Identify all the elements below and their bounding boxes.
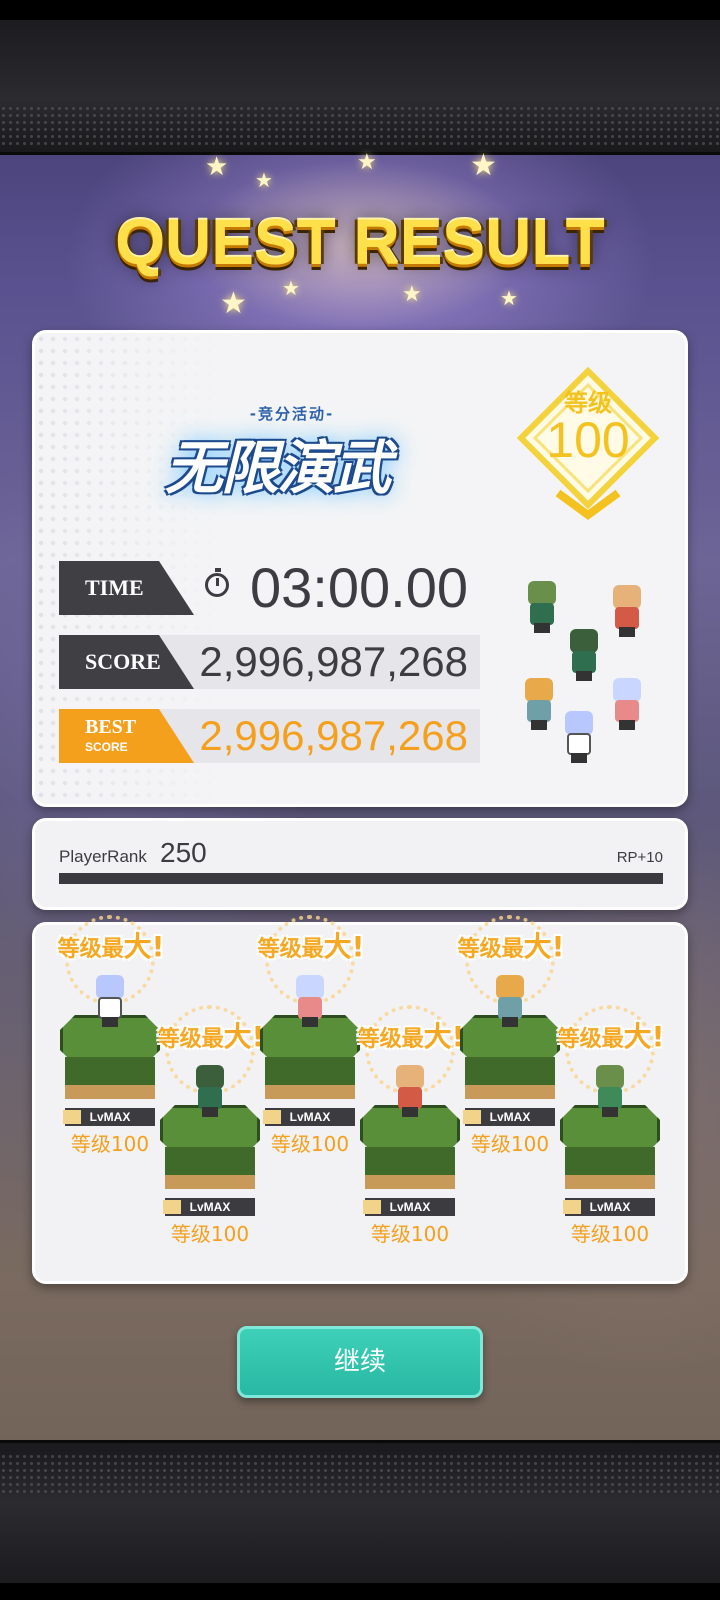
best-score-value: 2,996,987,268 <box>155 709 480 763</box>
score-value: 2,996,987,268 <box>155 635 480 689</box>
unit-level-text: 等级100 <box>570 1222 650 1246</box>
unit-slot: 等级最大! LvMAX 等级100 <box>355 1005 465 1255</box>
star-icon: ★ <box>255 168 273 192</box>
continue-button[interactable]: 继续 <box>237 1326 483 1398</box>
star-icon: ★ <box>470 148 497 183</box>
level-badge-value: 100 <box>546 412 630 468</box>
party-character-sprite <box>517 678 561 732</box>
player-rank-progress-bar <box>59 873 663 884</box>
rank-points-gain: RP+10 <box>616 849 663 866</box>
star-icon: ★ <box>205 152 229 182</box>
unit-character-sprite <box>88 975 132 1029</box>
result-card: -竞分活动- 无限演武 等级 100 TIME 03:00.00 2,996,9… <box>32 330 688 807</box>
unit-slot: 等级最大! LvMAX 等级100 <box>155 1005 265 1255</box>
bottom-banner <box>0 1440 720 1600</box>
star-icon: ★ <box>282 276 300 300</box>
unit-level-text: 等级100 <box>470 1132 550 1156</box>
unit-character-sprite <box>288 975 332 1029</box>
lvmax-badge: LvMAX <box>463 1108 555 1126</box>
party-character-sprite <box>520 581 564 635</box>
level-max-tag: 等级最大! <box>557 1020 665 1053</box>
party-character-sprite <box>605 678 649 732</box>
top-banner <box>0 0 720 155</box>
time-value: 03:00.00 <box>250 556 468 619</box>
unit-level-text: 等级100 <box>70 1132 150 1156</box>
player-rank-progress-fill <box>59 873 663 884</box>
best-label-text: BEST <box>85 716 137 738</box>
star-icon: ★ <box>357 150 377 175</box>
party-character-sprite <box>557 711 601 765</box>
level-max-tag: 等级最大! <box>457 930 565 963</box>
unit-character-sprite <box>188 1065 232 1119</box>
lvmax-badge: LvMAX <box>363 1198 455 1216</box>
lvmax-badge: LvMAX <box>563 1198 655 1216</box>
level-max-tag: 等级最大! <box>57 930 165 963</box>
star-icon: ★ <box>220 286 247 321</box>
star-icon: ★ <box>402 282 422 307</box>
player-rank-label: PlayerRank <box>59 847 147 866</box>
player-rank-value: 250 <box>160 837 207 868</box>
party-character-sprite <box>605 585 649 639</box>
best-label-sub: SCORE <box>85 740 128 754</box>
star-icon: ★ <box>500 286 518 310</box>
lvmax-badge: LvMAX <box>163 1198 255 1216</box>
unit-character-sprite <box>488 975 532 1029</box>
level-max-tag: 等级最大! <box>257 930 365 963</box>
event-title: 无限演武 <box>164 434 391 502</box>
page-title: QUEST RESULT <box>115 206 605 278</box>
level-badge: 等级 100 <box>513 363 663 523</box>
unit-slot: 等级最大! LvMAX 等级100 <box>555 1005 665 1255</box>
unit-character-sprite <box>388 1065 432 1119</box>
unit-character-sprite <box>588 1065 632 1119</box>
lvmax-badge: LvMAX <box>63 1108 155 1126</box>
unit-level-text: 等级100 <box>270 1132 350 1156</box>
lvmax-badge: LvMAX <box>263 1108 355 1126</box>
party-character-sprite <box>562 629 606 683</box>
unit-level-text: 等级100 <box>370 1222 450 1246</box>
units-card: 等级最大! LvMAX 等级100 等级最大! LvMAX 等级100 等级最大… <box>32 915 688 1284</box>
unit-level-text: 等级100 <box>170 1222 250 1246</box>
player-rank-card: PlayerRank 250 RP+10 <box>32 818 688 910</box>
